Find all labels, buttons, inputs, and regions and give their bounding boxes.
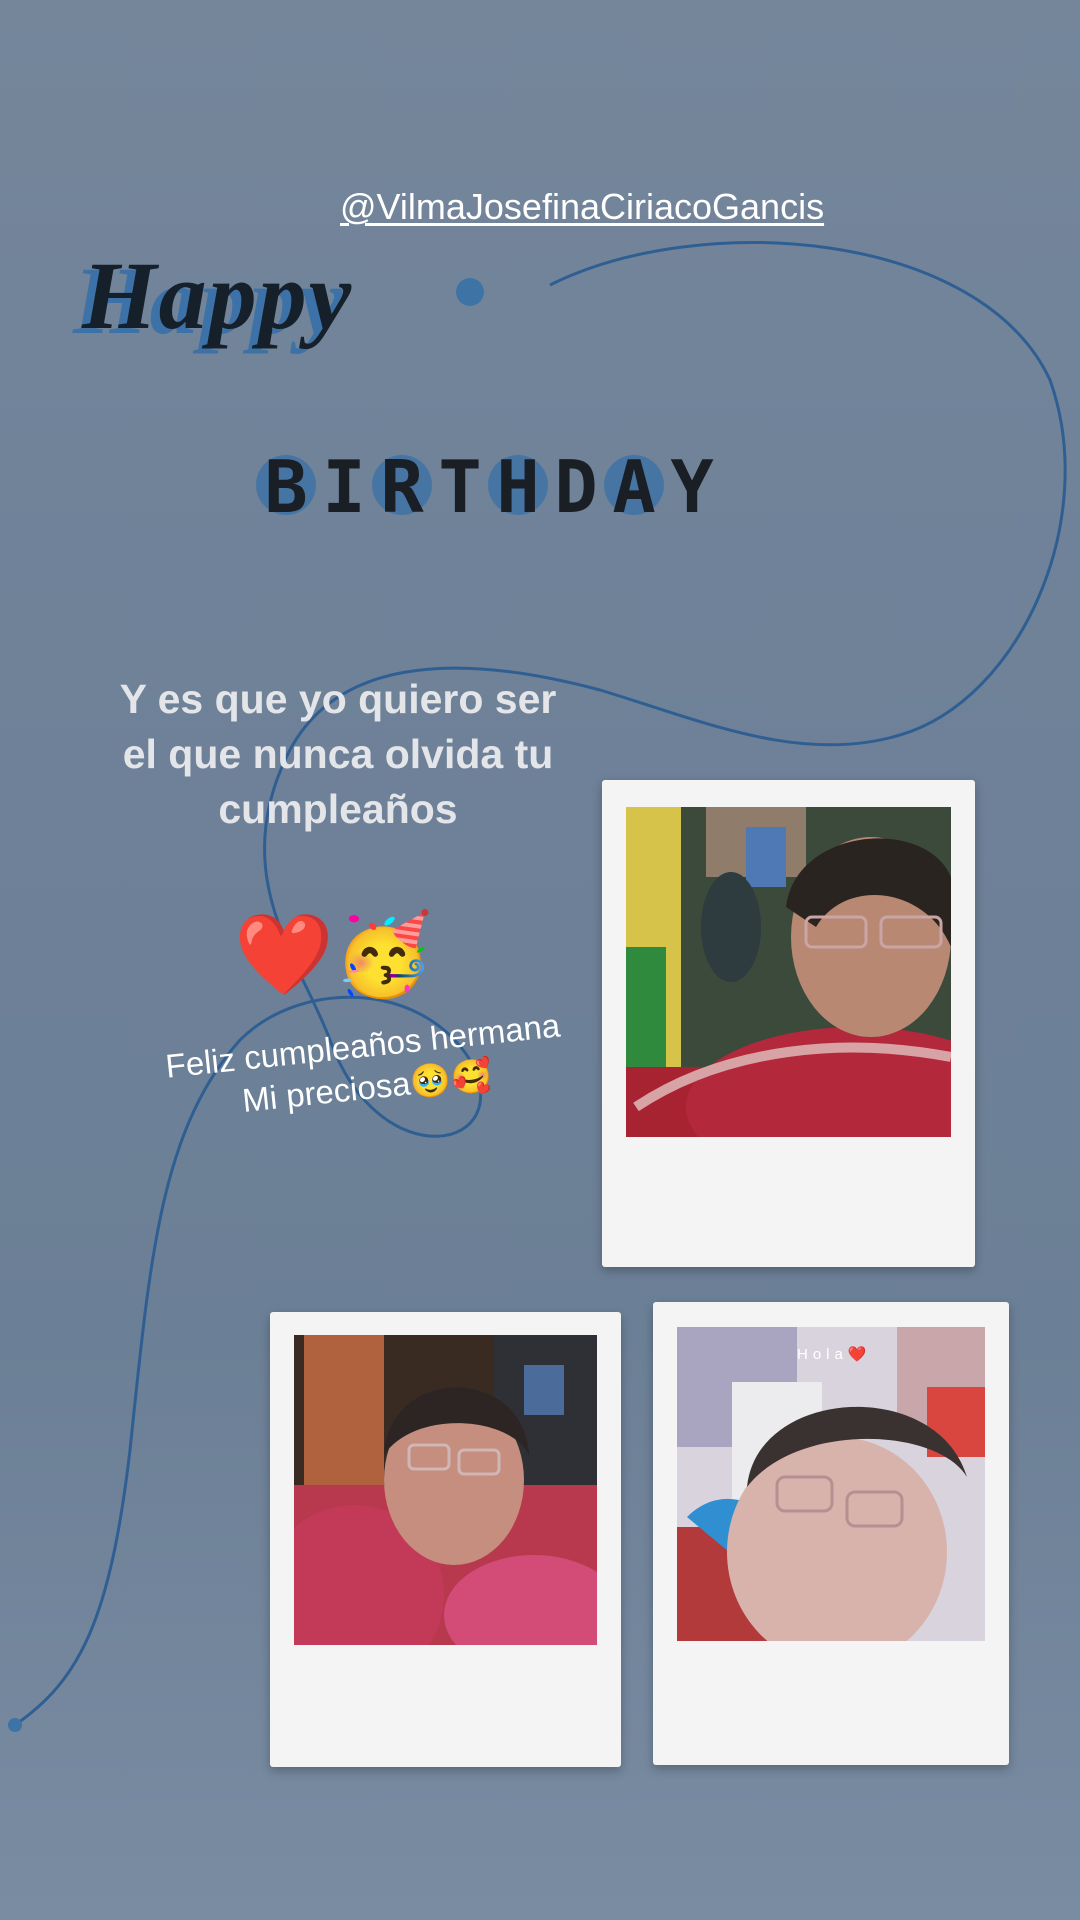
quote-text: Y es que yo quiero ser el que nunca olvi…	[119, 676, 557, 832]
birthday-letter: T	[438, 445, 482, 529]
user-mention-link[interactable]: @VilmaJosefinaCiriacoGancis	[340, 186, 824, 228]
photo-overlay-text: Hola❤️	[797, 1346, 872, 1363]
polaroid-photo-3[interactable]: Hola❤️	[653, 1302, 1009, 1765]
birthday-story: @VilmaJosefinaCiriacoGancis Happy B I R …	[0, 0, 1080, 1920]
polaroid-photo-1[interactable]	[602, 780, 975, 1267]
photo-portrait-1	[626, 807, 951, 1137]
birthday-letter: R	[372, 445, 432, 529]
photo-portrait-2	[294, 1335, 597, 1645]
birthday-title: B I R T H D A Y	[256, 445, 718, 529]
polaroid-photo-2[interactable]	[270, 1312, 621, 1767]
birthday-letter: I	[322, 445, 366, 529]
heart-party-sticker[interactable]: ❤️🥳	[234, 910, 433, 1000]
photo-portrait-3: Hola❤️	[677, 1327, 985, 1641]
happy-title: Happy	[82, 242, 354, 349]
birthday-letter: Y	[670, 445, 714, 529]
birthday-letter: H	[488, 445, 548, 529]
birthday-letter: D	[554, 445, 598, 529]
birthday-letter: B	[256, 445, 316, 529]
birthday-letter: A	[604, 445, 664, 529]
